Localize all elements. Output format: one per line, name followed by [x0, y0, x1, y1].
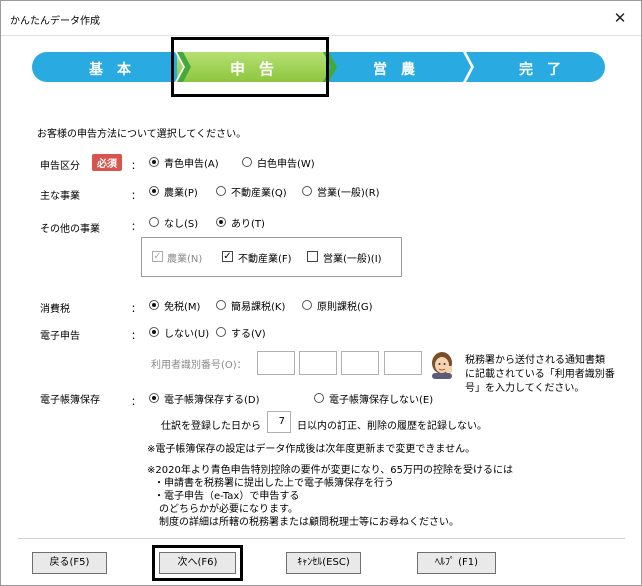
user-id-label: 利用者識別番号(O)：	[151, 360, 247, 371]
white-filing-radio[interactable]	[242, 157, 252, 167]
main-business-label: 主な事業	[40, 191, 80, 202]
window-title: かんたんデータ作成	[10, 16, 100, 27]
standard-tax-radio[interactable]	[302, 300, 312, 310]
e-filing-label: 電子申告	[40, 331, 80, 342]
general-business-label[interactable]: 営業(一般)(R)	[317, 184, 380, 199]
user-id-hint-line2: に記載されている「利用者識別番	[465, 369, 615, 380]
cancel-button[interactable]: ｷｬﾝｾﾙ(ESC)	[286, 552, 361, 574]
filing-type-label: 申告区分	[40, 161, 80, 172]
intro-text: お客様の申告方法について選択してください。	[37, 129, 247, 140]
general-business-radio[interactable]	[302, 186, 312, 196]
tax-exempt-label[interactable]: 免税(M)	[164, 298, 200, 313]
e-books-yes-label[interactable]: 電子帳簿保存する(D)	[164, 391, 260, 406]
colon: ：	[131, 222, 141, 233]
step-chevron-icon	[463, 52, 474, 82]
step-highlight-frame	[171, 37, 329, 97]
other-agriculture-label: 農業(N)	[167, 254, 203, 265]
days-suffix-label: 日以内の訂正、削除の履歴を記録しない。	[297, 421, 487, 432]
step-basic: 基本	[89, 62, 145, 78]
consumption-tax-label: 消費税	[40, 304, 70, 315]
other-yes-label[interactable]: あり(T)	[231, 215, 265, 230]
standard-tax-label[interactable]: 原則課税(G)	[317, 298, 373, 313]
e-books-note: ※電子帳簿保存の設定はデータ作成後は次年度更新まで変更できません。	[147, 444, 476, 455]
user-id-hint-line3: 号」を入力してください。	[465, 383, 585, 394]
close-icon[interactable]: ✕	[609, 8, 631, 28]
step-farming: 営農	[373, 62, 429, 78]
colon: ：	[131, 397, 141, 408]
agriculture-label[interactable]: 農業(P)	[164, 184, 198, 199]
colon: ：	[131, 191, 141, 202]
real-estate-label[interactable]: 不動産業(Q)	[231, 184, 287, 199]
days-input[interactable]: 7	[267, 411, 291, 433]
user-id-hint-line1: 税務署から送付される通知書類	[465, 355, 605, 366]
e-filing-yes-radio[interactable]	[216, 327, 226, 337]
white-filing-label[interactable]: 白色申告(W)	[257, 155, 315, 170]
user-id-field-4[interactable]	[384, 351, 422, 375]
other-agriculture-checkbox: ✓	[152, 251, 163, 262]
e-books-label: 電子帳簿保存	[40, 395, 100, 406]
user-id-field-1[interactable]	[257, 351, 295, 375]
user-id-field-2[interactable]	[299, 351, 337, 375]
other-real-estate-label[interactable]: 不動産業(F)	[238, 250, 292, 265]
colon: ：	[131, 304, 141, 315]
e-filing-yes-label[interactable]: する(V)	[231, 325, 266, 340]
e-books-no-label[interactable]: 電子帳簿保存しない(E)	[329, 391, 433, 406]
deduction-note-line5: 制度の詳細は所轄の税務署または顧問税理士等にお尋ねください。	[159, 517, 459, 528]
title-separator	[1, 35, 641, 36]
days-prefix-label: 仕訳を登録した日から	[161, 421, 261, 432]
tax-exempt-radio[interactable]	[149, 300, 159, 310]
other-general-checkbox[interactable]	[307, 251, 318, 262]
blue-filing-radio[interactable]	[149, 157, 159, 167]
other-business-label: その他の事業	[40, 224, 100, 235]
help-button[interactable]: ﾍﾙﾌﾟ (F1)	[417, 552, 496, 574]
e-filing-no-radio[interactable]	[149, 327, 159, 337]
step-complete: 完了	[519, 62, 575, 78]
dialog-window: かんたんデータ作成 ✕ 基本 申告 営農 完了 お客様の申告方法について選択して…	[0, 0, 642, 586]
e-books-yes-radio[interactable]	[149, 393, 159, 403]
user-id-field-3[interactable]	[341, 351, 379, 375]
back-button[interactable]: 戻る(F5)	[32, 552, 107, 574]
other-none-radio[interactable]	[149, 217, 159, 227]
agriculture-radio[interactable]	[149, 186, 159, 196]
advisor-icon	[432, 352, 452, 379]
next-button-highlight-frame	[152, 545, 243, 581]
simplified-tax-radio[interactable]	[216, 300, 226, 310]
required-badge: 必須	[92, 154, 122, 171]
colon: ：	[131, 161, 141, 172]
e-filing-no-label[interactable]: しない(U)	[164, 325, 209, 340]
other-general-label[interactable]: 営業(一般)(I)	[323, 250, 382, 265]
title-bar: かんたんデータ作成 ✕	[1, 1, 641, 36]
colon: ：	[131, 331, 141, 342]
other-none-label[interactable]: なし(S)	[164, 215, 198, 230]
footer-divider	[18, 538, 625, 539]
other-yes-radio[interactable]	[216, 217, 226, 227]
other-real-estate-checkbox[interactable]: ✓	[222, 251, 233, 262]
real-estate-radio[interactable]	[216, 186, 226, 196]
blue-filing-label[interactable]: 青色申告(A)	[164, 155, 219, 170]
e-books-no-radio[interactable]	[314, 393, 324, 403]
simplified-tax-label[interactable]: 簡易課税(K)	[231, 298, 285, 313]
